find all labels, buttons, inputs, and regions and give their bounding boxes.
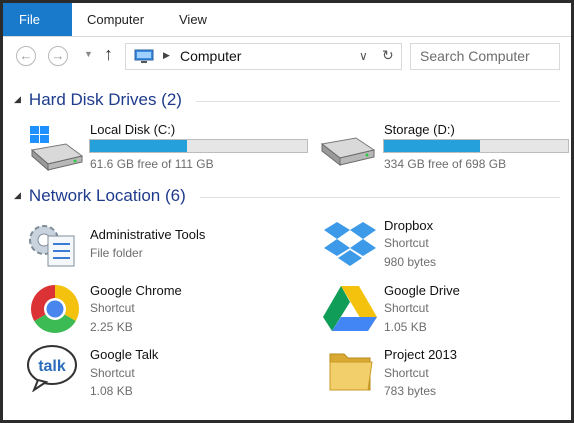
chevron-down-icon[interactable]: ∨ <box>359 49 368 63</box>
ribbon: File Computer View <box>3 3 571 37</box>
collapse-triangle-icon: ◢ <box>14 190 21 200</box>
item-google-talk-type: Shortcut <box>90 366 135 380</box>
item-dropbox-title[interactable]: Dropbox <box>384 218 433 233</box>
group-hard-disk-drives[interactable]: ◢ Hard Disk Drives (2) <box>14 90 182 110</box>
drive-d-name[interactable]: Storage (D:) <box>384 122 455 137</box>
drive-d-usage-bar <box>383 139 569 153</box>
address-row: ← → ▼ ↑ ▶ Computer ∨ ↻ Search Computer <box>3 37 571 77</box>
drive-c-usage-fill <box>90 140 187 152</box>
address-bar[interactable]: ▶ Computer ∨ ↻ <box>125 43 402 70</box>
item-google-drive-type: Shortcut <box>384 301 429 315</box>
refresh-icon[interactable]: ↻ <box>382 47 394 64</box>
item-google-talk-size: 1.08 KB <box>90 384 133 398</box>
address-path: Computer <box>180 48 242 64</box>
folder-icon <box>329 353 373 391</box>
talk-logo-text: talk <box>38 358 66 375</box>
computer-icon <box>134 49 154 63</box>
tab-file[interactable]: File <box>3 3 72 36</box>
item-project-2013-title[interactable]: Project 2013 <box>384 347 457 362</box>
search-placeholder: Search Computer <box>420 48 530 64</box>
dropbox-icon <box>324 222 376 266</box>
back-arrow-icon: ← <box>19 48 33 63</box>
back-button[interactable]: ← <box>16 46 36 66</box>
item-google-talk-title[interactable]: Google Talk <box>90 347 158 362</box>
drive-icon <box>320 137 376 167</box>
drive-c-name[interactable]: Local Disk (C:) <box>90 122 175 137</box>
tab-computer[interactable]: Computer <box>87 3 144 36</box>
up-arrow-icon[interactable]: ↑ <box>104 44 113 65</box>
item-project-2013-size: 783 bytes <box>384 384 437 398</box>
drive-d-usage-fill <box>384 140 480 152</box>
item-dropbox-type: Shortcut <box>384 236 429 250</box>
item-administrative-tools-type: File folder <box>90 246 143 260</box>
item-google-chrome-size: 2.25 KB <box>90 320 133 334</box>
google-talk-icon: talk <box>27 345 77 392</box>
group-heading: Network Location (6) <box>28 186 186 205</box>
item-google-chrome-title[interactable]: Google Chrome <box>90 283 182 298</box>
group-heading: Hard Disk Drives (2) <box>28 90 182 109</box>
item-project-2013-type: Shortcut <box>384 366 429 380</box>
google-chrome-icon <box>30 285 80 334</box>
item-dropbox-size: 980 bytes <box>384 255 437 269</box>
forward-arrow-icon: → <box>51 48 65 63</box>
drive-d-free: 334 GB free of 698 GB <box>384 157 507 171</box>
item-google-chrome-type: Shortcut <box>90 301 135 315</box>
item-google-drive-size: 1.05 KB <box>384 320 427 334</box>
tab-view[interactable]: View <box>179 3 207 36</box>
drive-c-free: 61.6 GB free of 111 GB <box>90 157 214 171</box>
group-divider <box>196 101 560 102</box>
recent-locations-chevron-icon[interactable]: ▼ <box>84 49 93 59</box>
item-google-drive-title[interactable]: Google Drive <box>384 283 460 298</box>
search-input[interactable]: Search Computer <box>410 43 560 70</box>
item-administrative-tools-title[interactable]: Administrative Tools <box>90 227 205 242</box>
administrative-tools-icon <box>29 225 75 267</box>
group-divider <box>200 197 560 198</box>
windows-drive-icon <box>30 126 84 172</box>
google-drive-icon <box>323 286 377 331</box>
collapse-triangle-icon: ◢ <box>14 94 21 104</box>
drive-c-usage-bar <box>89 139 308 153</box>
breadcrumb-chevron-icon: ▶ <box>163 50 170 60</box>
forward-button[interactable]: → <box>48 46 68 66</box>
group-network-location[interactable]: ◢ Network Location (6) <box>14 186 186 206</box>
